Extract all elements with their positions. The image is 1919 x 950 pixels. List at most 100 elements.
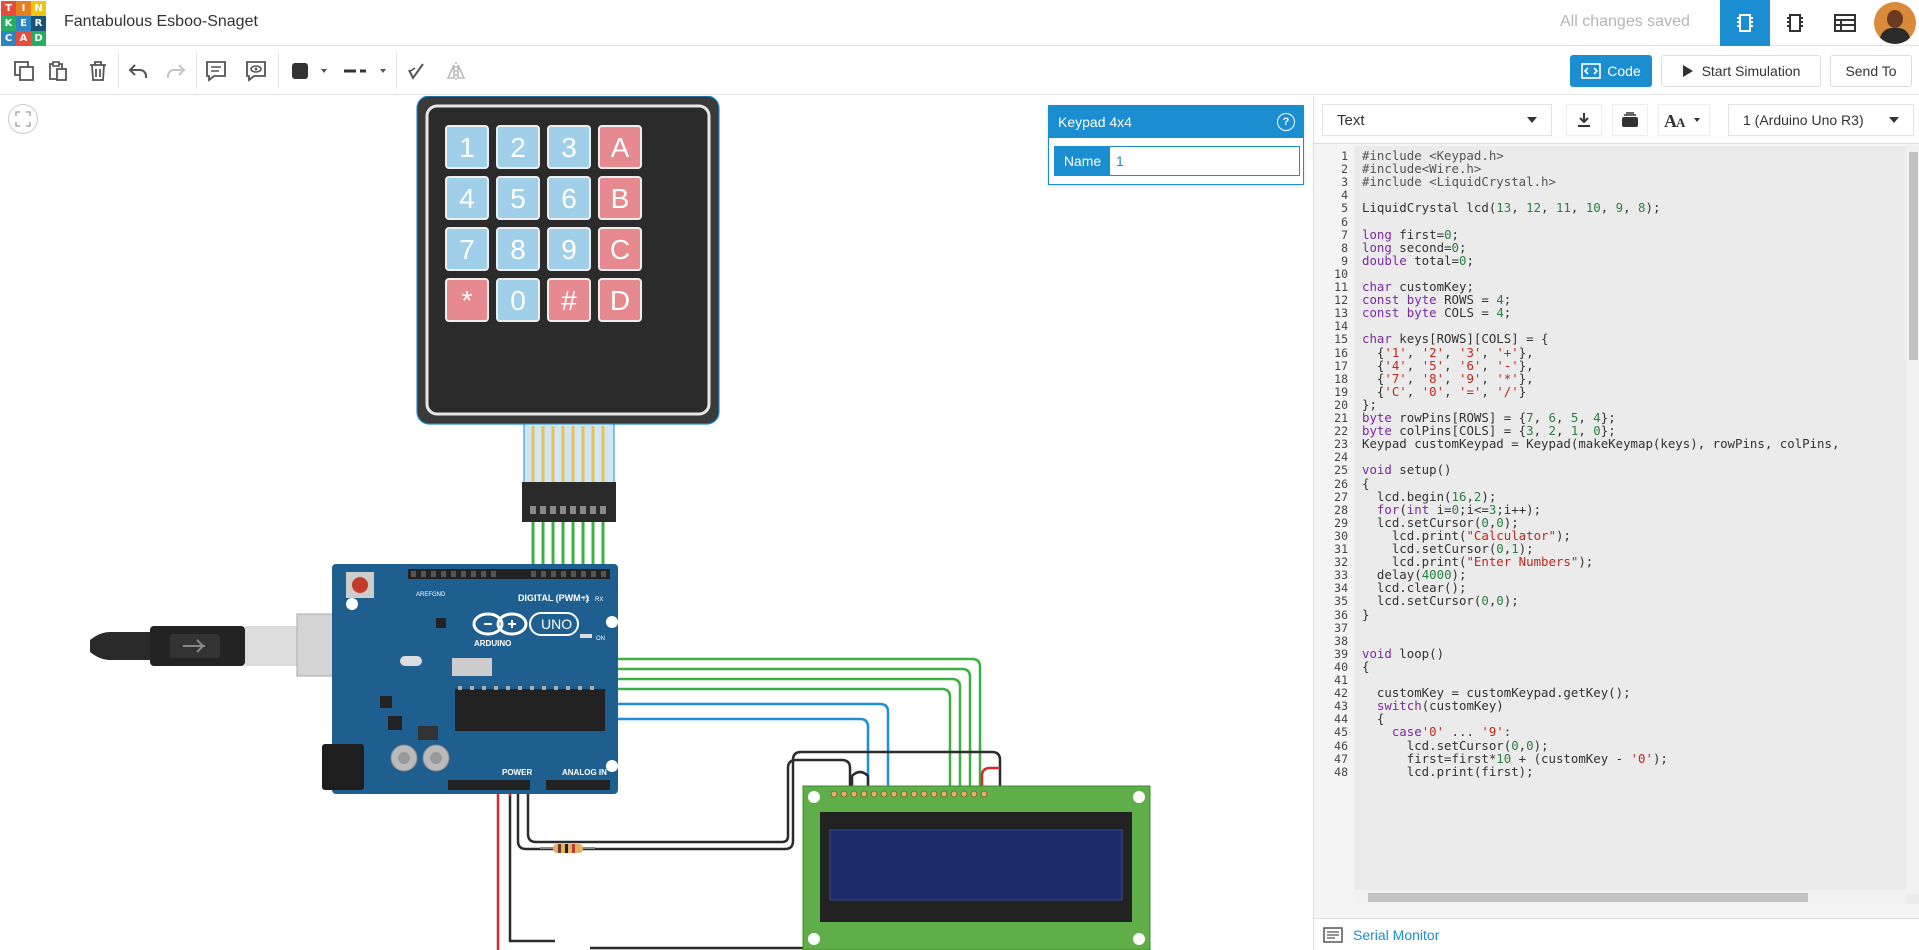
- duplicate-button[interactable]: [8, 55, 40, 87]
- flip-button[interactable]: [400, 55, 432, 87]
- keypad-key[interactable]: 9: [547, 227, 591, 271]
- schematic-view-button[interactable]: [1770, 0, 1820, 46]
- code-line[interactable]: #include <LiquidCrystal.h>: [1362, 174, 1556, 190]
- logo-letter: T: [1, 1, 16, 16]
- rx-label: RX: [595, 597, 603, 603]
- component-list-button[interactable]: [1820, 0, 1870, 46]
- keypad-key[interactable]: #: [547, 278, 591, 322]
- lcd-16x2[interactable]: [802, 785, 1151, 950]
- keypad-key-label: #: [561, 285, 577, 316]
- code-button[interactable]: Code: [1570, 55, 1652, 87]
- keypad-key[interactable]: B: [598, 176, 642, 220]
- notes-visibility-button[interactable]: [240, 55, 272, 87]
- code-editor[interactable]: 1 2 3 4 5 6 7 8 9 10 11 12 13 14 15 16 17 18 19 20 21 22 23 24 2…: [1314, 146, 1919, 904]
- code-line[interactable]: }: [1362, 607, 1369, 623]
- breadboard-icon: [1737, 14, 1753, 32]
- keypad-key-label: 1: [459, 132, 475, 163]
- logo-letter: K: [1, 16, 16, 31]
- code-line[interactable]: Keypad customKeypad = Keypad(makeKeymap(…: [1362, 436, 1839, 452]
- keypad-key[interactable]: 4: [445, 176, 489, 220]
- keypad-key[interactable]: *: [445, 278, 489, 322]
- code-line[interactable]: lcd.print(first);: [1362, 764, 1534, 780]
- code-line[interactable]: lcd.setCursor(0,0);: [1362, 593, 1519, 609]
- send-to-button[interactable]: Send To: [1830, 55, 1912, 87]
- keypad-key-label: 9: [561, 234, 577, 265]
- keypad-key-label: *: [462, 285, 473, 316]
- mirror-button[interactable]: [440, 55, 472, 87]
- horizontal-scrollbar[interactable]: [1354, 890, 1906, 904]
- keypad-key[interactable]: 0: [496, 278, 540, 322]
- logo-letter: D: [31, 31, 46, 46]
- start-simulation-button[interactable]: Start Simulation: [1661, 55, 1821, 87]
- keypad-key[interactable]: 6: [547, 176, 591, 220]
- name-field-row: Name: [1054, 146, 1300, 176]
- board-select[interactable]: 1 (Arduino Uno R3): [1728, 104, 1914, 136]
- serial-monitor-bar[interactable]: Serial Monitor: [1314, 918, 1919, 950]
- delete-button[interactable]: [82, 55, 114, 87]
- keypad-key[interactable]: 1: [445, 125, 489, 169]
- code-line[interactable]: {: [1362, 659, 1369, 675]
- name-label: Name: [1055, 147, 1110, 175]
- code-line[interactable]: {'C', '0', '=', '/'}: [1362, 384, 1526, 400]
- play-icon: [1682, 65, 1693, 77]
- notes-button[interactable]: [200, 55, 232, 87]
- keypad-key-label: C: [610, 234, 630, 265]
- properties-header: Keypad 4x4 ?: [1049, 106, 1303, 138]
- code-panel: Text AA 1 (Arduino Uno R3) 1 2 3 4 5 6 7 8 9 10 11…: [1313, 96, 1919, 950]
- line-number-gutter: 1 2 3 4 5 6 7 8 9 10 11 12 13 14 15 16 17 18 19 20 21 22 23 24 2…: [1314, 146, 1354, 904]
- line-style-dropdown[interactable]: [338, 55, 394, 87]
- help-icon[interactable]: ?: [1277, 113, 1295, 131]
- paste-button[interactable]: [42, 55, 74, 87]
- start-simulation-label: Start Simulation: [1701, 63, 1801, 79]
- keypad-key-label: B: [611, 183, 630, 214]
- arduino-uno[interactable]: DIGITAL (PWM~) TX RX AREF GND UNO ARDUIN…: [322, 564, 618, 794]
- keypad-key-label: D: [610, 285, 630, 316]
- keypad-key[interactable]: D: [598, 278, 642, 322]
- keypad-key[interactable]: A: [598, 125, 642, 169]
- download-code-button[interactable]: [1566, 104, 1602, 136]
- circuit-canvas[interactable]: 1 2 3 A 4 5 6 B 7 8 9 C * 0 # D DIGITAL …: [0, 96, 1313, 950]
- project-title[interactable]: Fantabulous Esboo-Snaget: [64, 13, 258, 31]
- keypad-key[interactable]: C: [598, 227, 642, 271]
- keypad-key[interactable]: 3: [547, 125, 591, 169]
- arduino-model: UNO: [541, 616, 572, 632]
- aref-label: AREF: [416, 592, 432, 598]
- serial-monitor-icon: [1323, 926, 1343, 943]
- font-size-dropdown[interactable]: AA: [1658, 104, 1710, 136]
- top-bar: TINKERCAD Fantabulous Esboo-Snaget All c…: [0, 0, 1919, 46]
- tinkercad-logo[interactable]: TINKERCAD: [0, 0, 46, 46]
- libraries-button[interactable]: [1612, 104, 1648, 136]
- code-line[interactable]: LiquidCrystal lcd(13, 12, 11, 10, 9, 8);: [1362, 200, 1660, 216]
- fill-color-icon: [292, 63, 327, 79]
- user-avatar[interactable]: [1874, 2, 1916, 44]
- code-line[interactable]: double total=0;: [1362, 253, 1474, 269]
- keypad-4x4[interactable]: 1 2 3 A 4 5 6 B 7 8 9 C * 0 # D: [416, 96, 720, 522]
- on-label: ON: [596, 636, 605, 642]
- toolbar: Code Start Simulation Send To: [0, 47, 1919, 95]
- code-line[interactable]: const byte COLS = 4;: [1362, 305, 1511, 321]
- svg-text:A: A: [1676, 115, 1686, 130]
- analog-label: ANALOG IN: [562, 768, 607, 777]
- code-line[interactable]: void loop(): [1362, 646, 1444, 662]
- keypad-wires: [531, 520, 605, 566]
- code-line[interactable]: void setup(): [1362, 462, 1452, 478]
- logo-letter: C: [1, 31, 16, 46]
- resistor[interactable]: [540, 844, 595, 853]
- logo-letter: N: [31, 1, 46, 16]
- arduino-brand: ARDUINO: [474, 639, 511, 648]
- vertical-scrollbar[interactable]: [1906, 146, 1919, 894]
- fill-color-dropdown[interactable]: [286, 55, 334, 87]
- circuit-drawing: 1 2 3 A 4 5 6 B 7 8 9 C * 0 # D DIGITAL (PW…: [90, 96, 1151, 950]
- code-mode-select[interactable]: Text: [1322, 104, 1552, 136]
- send-to-label: Send To: [1845, 63, 1897, 79]
- name-input[interactable]: [1110, 147, 1299, 175]
- download-icon: [1578, 113, 1590, 127]
- keypad-key[interactable]: 8: [496, 227, 540, 271]
- undo-button[interactable]: [122, 55, 154, 87]
- keypad-key[interactable]: 2: [496, 125, 540, 169]
- redo-button[interactable]: [160, 55, 192, 87]
- circuit-view-button[interactable]: [1720, 0, 1770, 46]
- keypad-key[interactable]: 7: [445, 227, 489, 271]
- keypad-key-label: 8: [510, 234, 526, 265]
- keypad-key[interactable]: 5: [496, 176, 540, 220]
